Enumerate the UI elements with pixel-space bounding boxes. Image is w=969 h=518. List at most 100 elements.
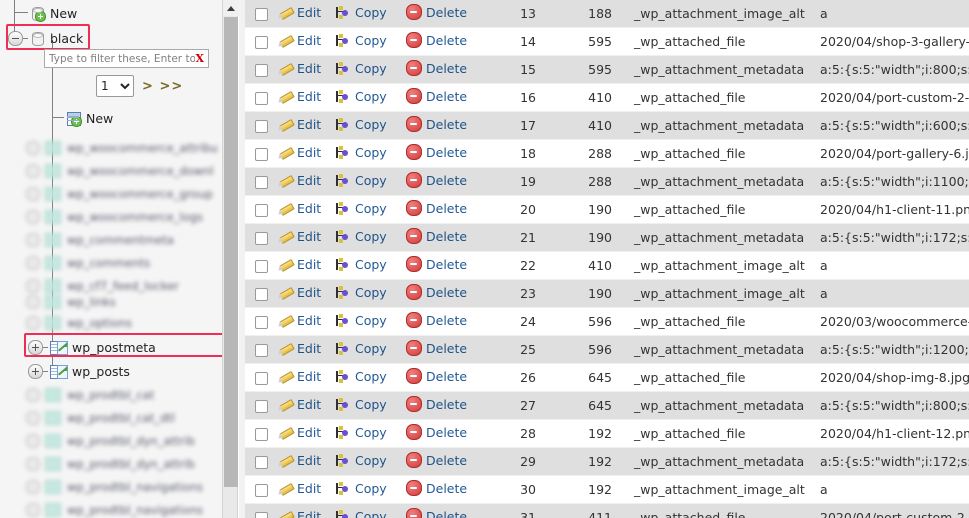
edit-row-link[interactable]: Edit <box>278 201 321 216</box>
edit-row-link[interactable]: Edit <box>278 5 321 20</box>
row-select-checkbox[interactable] <box>255 400 268 413</box>
table-row[interactable]: Edit Copy Delete 22 410 _wp_attachment_image_… <box>245 251 969 280</box>
copy-row-link[interactable]: Copy <box>336 173 387 188</box>
tree-item-blurred[interactable]: wp_comments <box>26 253 150 273</box>
table-row[interactable]: Edit Copy Delete 18 288 _wp_attached_file 2020… <box>245 139 969 168</box>
copy-row-link[interactable]: Copy <box>336 201 387 216</box>
table-row[interactable]: Edit Copy Delete 24 596 _wp_attached_file 2020… <box>245 307 969 336</box>
row-select-checkbox[interactable] <box>255 512 268 518</box>
table-row[interactable]: Edit Copy Delete 19 288 _wp_attachment_metada… <box>245 167 969 196</box>
edit-row-link[interactable]: Edit <box>278 117 321 132</box>
edit-row-link[interactable]: Edit <box>278 481 321 496</box>
delete-row-link[interactable]: Delete <box>406 284 467 300</box>
row-select-checkbox[interactable] <box>255 36 268 49</box>
scroll-up-arrow-icon[interactable] <box>223 0 239 16</box>
edit-row-link[interactable]: Edit <box>278 509 321 518</box>
database-tree-sidebar[interactable]: New black Type to filter these, Enter to… <box>0 0 222 518</box>
edit-row-link[interactable]: Edit <box>278 229 321 244</box>
query-results-table[interactable]: Edit Copy Delete 13 188 _wp_attachment_image_… <box>245 0 969 518</box>
tree-item-blurred[interactable]: wp_options <box>26 313 132 333</box>
row-select-checkbox[interactable] <box>255 456 268 469</box>
copy-row-link[interactable]: Copy <box>336 257 387 272</box>
delete-row-link[interactable]: Delete <box>406 32 467 48</box>
edit-row-link[interactable]: Edit <box>278 453 321 468</box>
tree-pagination[interactable]: 1 > >> <box>96 75 183 97</box>
row-select-checkbox[interactable] <box>255 260 268 273</box>
row-select-checkbox[interactable] <box>255 204 268 217</box>
tree-item-blurred[interactable]: wp_prodtbl_cat <box>26 385 154 405</box>
delete-row-link[interactable]: Delete <box>406 88 467 104</box>
edit-row-link[interactable]: Edit <box>278 33 321 48</box>
copy-row-link[interactable]: Copy <box>336 61 387 76</box>
table-row[interactable]: Edit Copy Delete 21 190 _wp_attachment_metada… <box>245 223 969 252</box>
pagination-next-icons[interactable]: > >> <box>142 79 183 94</box>
copy-row-link[interactable]: Copy <box>336 453 387 468</box>
edit-row-link[interactable]: Edit <box>278 173 321 188</box>
delete-row-link[interactable]: Delete <box>406 424 467 440</box>
copy-row-link[interactable]: Copy <box>336 313 387 328</box>
sidebar-scrollbar[interactable] <box>222 0 239 518</box>
delete-row-link[interactable]: Delete <box>406 452 467 468</box>
delete-row-link[interactable]: Delete <box>406 200 467 216</box>
row-select-checkbox[interactable] <box>255 428 268 441</box>
delete-row-link[interactable]: Delete <box>406 172 467 188</box>
tree-item-blurred[interactable]: wp_prodtbl_navigations <box>26 500 203 518</box>
copy-row-link[interactable]: Copy <box>336 481 387 496</box>
expand-toggle-icon[interactable] <box>28 363 43 379</box>
table-row[interactable]: Edit Copy Delete 27 645 _wp_attachment_metada… <box>245 391 969 420</box>
edit-row-link[interactable]: Edit <box>278 425 321 440</box>
row-select-checkbox[interactable] <box>255 148 268 161</box>
tree-item-blurred[interactable]: wp_woocommerce_attribu <box>26 138 218 158</box>
edit-row-link[interactable]: Edit <box>278 341 321 356</box>
tree-item-blurred[interactable]: wp_prodtbl_dyn_attrib <box>26 431 195 451</box>
table-row[interactable]: Edit Copy Delete 23 190 _wp_attachment_image_… <box>245 279 969 308</box>
row-select-checkbox[interactable] <box>255 344 268 357</box>
clear-filter-icon[interactable]: X <box>195 52 204 65</box>
delete-row-link[interactable]: Delete <box>406 4 467 20</box>
tree-filter-input[interactable]: Type to filter these, Enter to s X <box>44 49 209 68</box>
copy-row-link[interactable]: Copy <box>336 117 387 132</box>
delete-row-link[interactable]: Delete <box>406 340 467 356</box>
edit-row-link[interactable]: Edit <box>278 145 321 160</box>
copy-row-link[interactable]: Copy <box>336 509 387 518</box>
row-select-checkbox[interactable] <box>255 232 268 245</box>
row-select-checkbox[interactable] <box>255 372 268 385</box>
row-select-checkbox[interactable] <box>255 288 268 301</box>
tree-item-blurred[interactable]: wp_woocommerce_group <box>26 184 213 204</box>
table-row[interactable]: Edit Copy Delete 31 411 _wp_attached_file 2020… <box>245 503 969 518</box>
copy-row-link[interactable]: Copy <box>336 369 387 384</box>
copy-row-link[interactable]: Copy <box>336 89 387 104</box>
tree-item-database-black[interactable]: black <box>8 27 83 49</box>
delete-row-link[interactable]: Delete <box>406 508 467 518</box>
copy-row-link[interactable]: Copy <box>336 425 387 440</box>
copy-row-link[interactable]: Copy <box>336 397 387 412</box>
edit-row-link[interactable]: Edit <box>278 369 321 384</box>
copy-row-link[interactable]: Copy <box>336 33 387 48</box>
delete-row-link[interactable]: Delete <box>406 312 467 328</box>
copy-row-link[interactable]: Copy <box>336 341 387 356</box>
table-row[interactable]: Edit Copy Delete 25 596 _wp_attachment_metada… <box>245 335 969 364</box>
row-select-checkbox[interactable] <box>255 484 268 497</box>
tree-item-blurred[interactable]: wp_prodtbl_cat_dtl <box>26 408 175 428</box>
table-row[interactable]: Edit Copy Delete 30 192 _wp_attachment_image_… <box>245 475 969 504</box>
row-select-checkbox[interactable] <box>255 8 268 21</box>
edit-row-link[interactable]: Edit <box>278 89 321 104</box>
last-page-icon[interactable]: >> <box>159 79 183 94</box>
table-row[interactable]: Edit Copy Delete 16 410 _wp_attached_file 2020… <box>245 83 969 112</box>
tree-item-wp-posts[interactable]: wp_posts <box>28 360 130 382</box>
tree-item-blurred[interactable]: wp_woocommerce_downl <box>26 161 214 181</box>
scrollbar-thumb[interactable] <box>224 17 238 487</box>
expand-toggle-icon[interactable] <box>28 339 43 355</box>
row-select-checkbox[interactable] <box>255 120 268 133</box>
table-row[interactable]: Edit Copy Delete 28 192 _wp_attached_file 2020… <box>245 419 969 448</box>
table-row[interactable]: Edit Copy Delete 15 595 _wp_attachment_metada… <box>245 55 969 84</box>
row-select-checkbox[interactable] <box>255 316 268 329</box>
collapse-toggle-icon[interactable] <box>8 30 23 46</box>
table-row[interactable]: Edit Copy Delete 26 645 _wp_attached_file 2020… <box>245 363 969 392</box>
tree-item-new-table[interactable]: New <box>64 107 113 129</box>
tree-item-blurred[interactable]: wp_prodtbl_navigations <box>26 477 203 497</box>
delete-row-link[interactable]: Delete <box>406 144 467 160</box>
next-page-icon[interactable]: > <box>142 79 154 94</box>
edit-row-link[interactable]: Edit <box>278 257 321 272</box>
delete-row-link[interactable]: Delete <box>406 256 467 272</box>
